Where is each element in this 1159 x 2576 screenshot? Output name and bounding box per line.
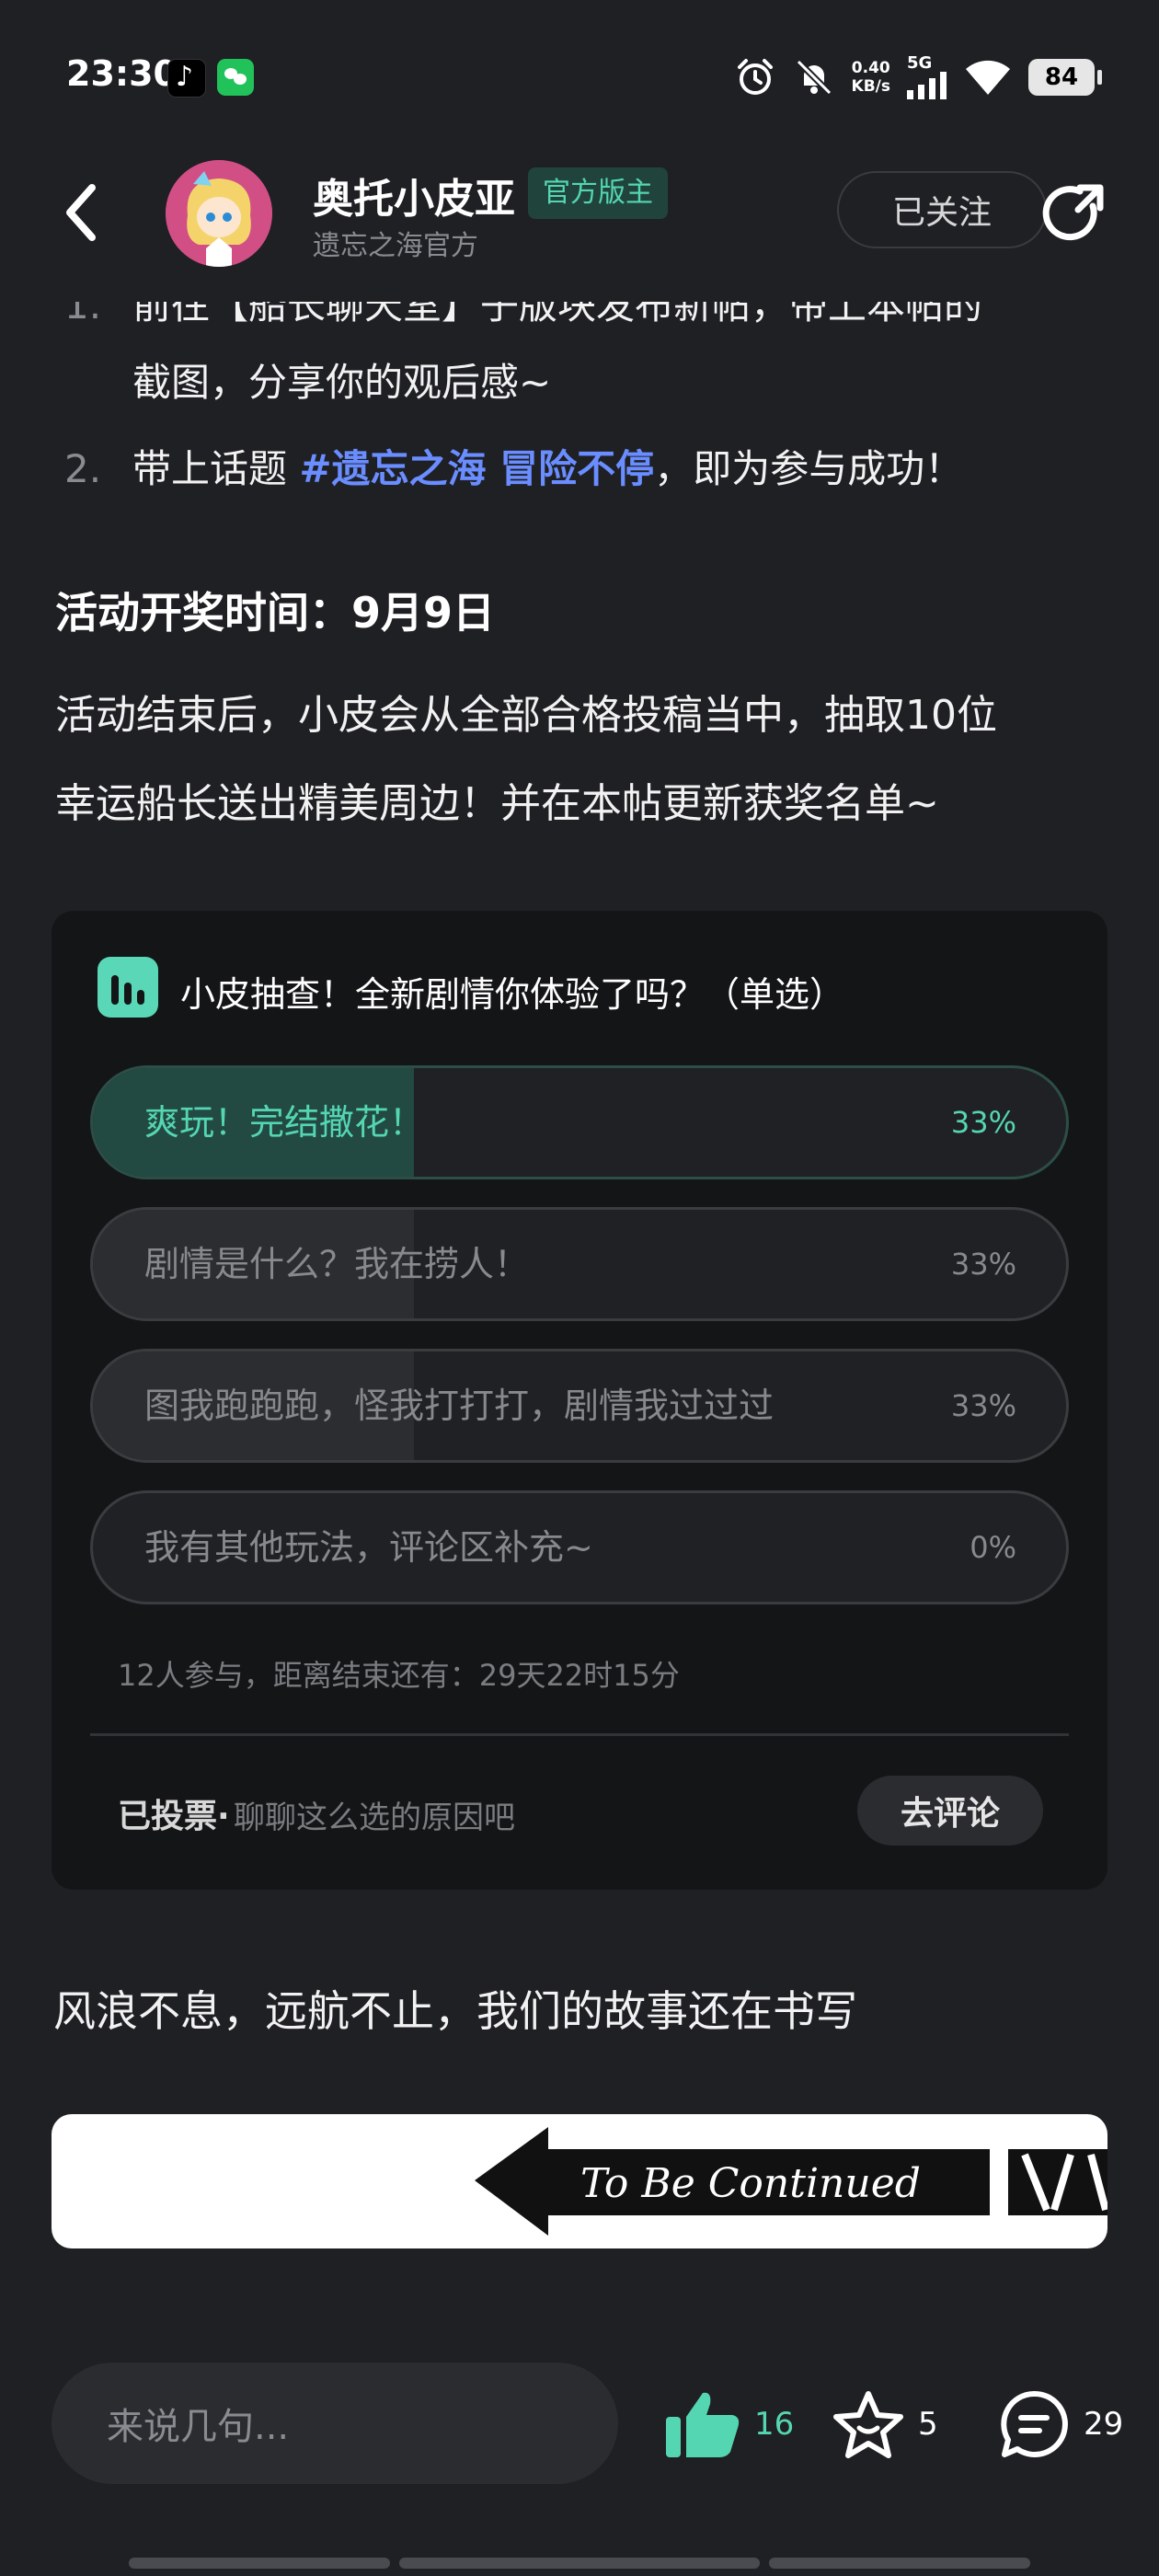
go-comment-button[interactable]: 去评论	[857, 1776, 1043, 1846]
comment-button[interactable]: 29	[997, 2383, 1123, 2466]
mute-bell-icon	[796, 59, 832, 96]
poll-option-percent: 33%	[950, 1105, 1016, 1140]
like-count: 16	[754, 2406, 795, 2443]
wifi-icon	[966, 60, 1010, 95]
home-indicator-segment	[129, 2558, 390, 2569]
wechat-icon	[217, 59, 254, 96]
poll-option-label: 我有其他玩法，评论区补充~	[144, 1527, 593, 1568]
alarm-icon	[737, 59, 773, 95]
status-indicators: 0.40 KB/s 5G 84	[734, 52, 1102, 103]
network-speed-unit: KB/s	[851, 77, 890, 96]
home-indicator-segment	[399, 2558, 760, 2569]
list-text: ，即为参与成功！	[654, 446, 964, 491]
poll-option-label: 爽玩！完结撒花！	[144, 1102, 425, 1143]
tiktok-icon	[167, 59, 206, 98]
network-type: 5G	[907, 53, 933, 73]
poll-title: 小皮抽查！全新剧情你体验了吗？（单选）	[180, 974, 845, 1015]
poll-option-label: 图我跑跑跑，怪我打打打，剧情我过过过	[144, 1386, 775, 1426]
comment-bubble-icon	[1001, 2390, 1068, 2457]
poll-option-4[interactable]: 我有其他玩法，评论区补充~ 0%	[90, 1490, 1069, 1604]
comment-input[interactable]: 来说几句...	[52, 2363, 618, 2484]
list-item-2: 2. 带上话题 #遗忘之海 冒险不停，即为参与成功！	[64, 425, 963, 513]
signal-group: 5G	[907, 55, 947, 99]
closing-text: 风浪不息，远航不止，我们的故事还在书写	[53, 1986, 857, 2036]
like-button[interactable]: 16	[664, 2383, 794, 2466]
back-icon[interactable]	[59, 180, 105, 245]
poll-divider	[90, 1733, 1069, 1736]
signal-icon	[907, 72, 947, 99]
banner-text: To Be Continued	[580, 2160, 921, 2207]
share-icon[interactable]	[1039, 178, 1109, 248]
favorite-button[interactable]: 5	[832, 2383, 938, 2466]
poll-option-3[interactable]: 图我跑跑跑，怪我打打打，剧情我过过过 33%	[90, 1349, 1069, 1463]
poll-option-percent: 33%	[950, 1247, 1016, 1282]
list-text: 带上话题	[132, 446, 300, 491]
to-be-continued-banner[interactable]: To Be Continued	[52, 2114, 1107, 2248]
poll-chart-icon	[98, 957, 158, 1018]
comment-count: 29	[1084, 2406, 1124, 2443]
official-moderator-badge: 官方版主	[528, 167, 668, 219]
topic-link[interactable]: #遗忘之海 冒险不停	[299, 446, 654, 491]
author-subtitle: 遗忘之海官方	[313, 230, 478, 262]
list-item-1-line-2: 截图，分享你的观后感~	[132, 360, 552, 405]
thumbs-up-icon	[666, 2392, 740, 2457]
poll-option-2[interactable]: 剧情是什么？我在捞人！ 33%	[90, 1207, 1069, 1321]
draw-time-heading: 活动开奖时间：9月9日	[55, 588, 496, 638]
network-speed: 0.40 KB/s	[852, 59, 890, 96]
list-number: 2.	[64, 446, 102, 491]
voted-prompt[interactable]: 聊聊这么选的原因吧	[234, 1792, 515, 1837]
list-item-1-line-1: 1. 前往【船长聊天室】子版块发布新帖，带上本帖的	[64, 282, 983, 350]
poll-option-1[interactable]: 爽玩！完结撒花！ 33%	[90, 1065, 1069, 1179]
list-text: 前往【船长聊天室】子版块发布新帖，带上本帖的	[132, 282, 983, 328]
poll-option-percent: 33%	[950, 1388, 1016, 1423]
status-time: 23:30	[66, 53, 178, 94]
list-number: 1.	[64, 282, 102, 328]
avatar[interactable]	[166, 160, 272, 267]
avatar-character-icon	[166, 160, 272, 267]
star-icon	[833, 2391, 903, 2458]
voted-label: 已投票·	[118, 1798, 230, 1835]
network-speed-value: 0.40	[851, 59, 890, 77]
poll-participation-meta: 12人参与，距离结束还有：29天22时15分	[118, 1658, 680, 1693]
battery-indicator: 84	[1028, 59, 1102, 96]
poll-option-percent: 0%	[970, 1530, 1016, 1565]
follow-button[interactable]: 已关注	[837, 171, 1047, 248]
favorite-count: 5	[918, 2406, 938, 2443]
draw-paragraph-line-1: 活动结束后，小皮会从全部合格投稿当中，抽取10位	[55, 692, 997, 739]
poll-option-label: 剧情是什么？我在捞人！	[144, 1244, 530, 1284]
draw-paragraph-line-2: 幸运船长送出精美周边！并在本帖更新获奖名单~	[55, 780, 939, 827]
home-indicator-segment	[769, 2558, 1030, 2569]
author-name[interactable]: 奥托小皮亚	[313, 166, 515, 224]
